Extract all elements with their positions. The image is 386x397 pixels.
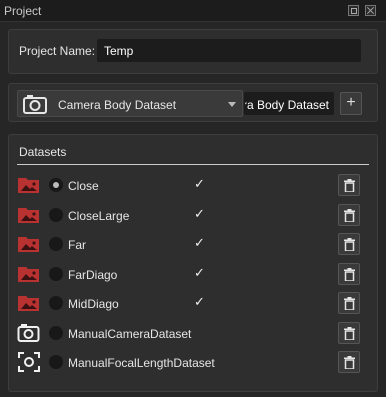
dataset-name-label: ManualCameraDataset — [68, 326, 192, 341]
window-titlebar: Project — [0, 0, 386, 22]
dataset-row[interactable]: FarDiago ✓ — [9, 261, 377, 287]
dataset-name-label: CloseLarge — [68, 208, 130, 223]
project-name-label: Project Name: — [19, 44, 96, 58]
folder-image-icon — [17, 174, 41, 196]
folder-image-icon — [17, 263, 41, 285]
folder-image-icon — [17, 204, 41, 226]
dataset-name-label: FarDiago — [68, 267, 118, 282]
dataset-name-label: Close — [68, 179, 99, 193]
delete-dataset-button[interactable] — [338, 203, 360, 226]
dataset-dropdown[interactable]: Camera Body Dataset — [17, 90, 243, 117]
window-title: Project — [4, 4, 42, 18]
datasets-header: Datasets — [19, 145, 67, 159]
project-name-panel: Project Name: — [8, 29, 378, 74]
dataset-dropdown-value: Camera Body Dataset — [58, 98, 177, 112]
delete-dataset-button[interactable] — [338, 292, 360, 314]
datasets-panel: Datasets Close ✓ CloseLarge ✓ Far ✓ FarDiag — [8, 134, 378, 392]
add-dataset-button[interactable]: + — [340, 92, 362, 115]
dataset-name-label: Far — [68, 238, 86, 252]
delete-dataset-button[interactable] — [338, 262, 360, 285]
focus-frame-icon — [17, 351, 41, 373]
dataset-enabled-checkbox[interactable] — [194, 324, 208, 340]
active-dataset-radio[interactable] — [49, 355, 63, 369]
delete-dataset-button[interactable] — [338, 174, 360, 196]
project-name-input[interactable] — [97, 39, 361, 62]
camera-icon — [17, 322, 41, 344]
dataset-name-field[interactable]: ra Body Dataset — [244, 92, 334, 115]
active-dataset-radio[interactable] — [49, 207, 63, 222]
dataset-enabled-checkbox[interactable]: ✓ — [194, 176, 208, 192]
chevron-down-icon — [228, 102, 236, 107]
active-dataset-radio[interactable] — [49, 266, 63, 281]
active-dataset-radio[interactable] — [49, 325, 63, 340]
dataset-name-label: ManualFocalLengthDataset — [68, 356, 215, 370]
dataset-select-panel: Camera Body Dataset ra Body Dataset + — [8, 83, 378, 122]
dataset-enabled-checkbox[interactable]: ✓ — [194, 294, 208, 310]
delete-dataset-button[interactable] — [338, 321, 360, 344]
dataset-enabled-checkbox[interactable]: ✓ — [194, 206, 208, 222]
dataset-row[interactable]: Far ✓ — [9, 231, 377, 257]
dataset-row[interactable]: ManualCameraDataset — [9, 320, 377, 346]
folder-image-icon — [17, 292, 41, 314]
active-dataset-radio[interactable] — [49, 178, 63, 192]
active-dataset-radio[interactable] — [49, 237, 63, 251]
delete-dataset-button[interactable] — [338, 351, 360, 373]
datasets-divider — [17, 164, 369, 165]
folder-image-icon — [17, 233, 41, 255]
dataset-name-label: MidDiago — [68, 297, 119, 311]
dataset-enabled-checkbox[interactable]: ✓ — [194, 265, 208, 281]
active-dataset-radio[interactable] — [49, 296, 63, 310]
close-button[interactable] — [365, 5, 376, 16]
dataset-row[interactable]: ManualFocalLengthDataset — [9, 349, 377, 375]
dataset-enabled-checkbox[interactable]: ✓ — [194, 235, 208, 251]
undock-button[interactable] — [348, 5, 359, 16]
dataset-row[interactable]: Close ✓ — [9, 172, 377, 198]
dataset-row[interactable]: CloseLarge ✓ — [9, 202, 377, 228]
dataset-enabled-checkbox[interactable] — [194, 353, 208, 369]
dataset-row[interactable]: MidDiago ✓ — [9, 290, 377, 316]
dataset-name-value: ra Body Dataset — [244, 98, 329, 112]
delete-dataset-button[interactable] — [338, 233, 360, 255]
camera-icon — [23, 95, 47, 114]
